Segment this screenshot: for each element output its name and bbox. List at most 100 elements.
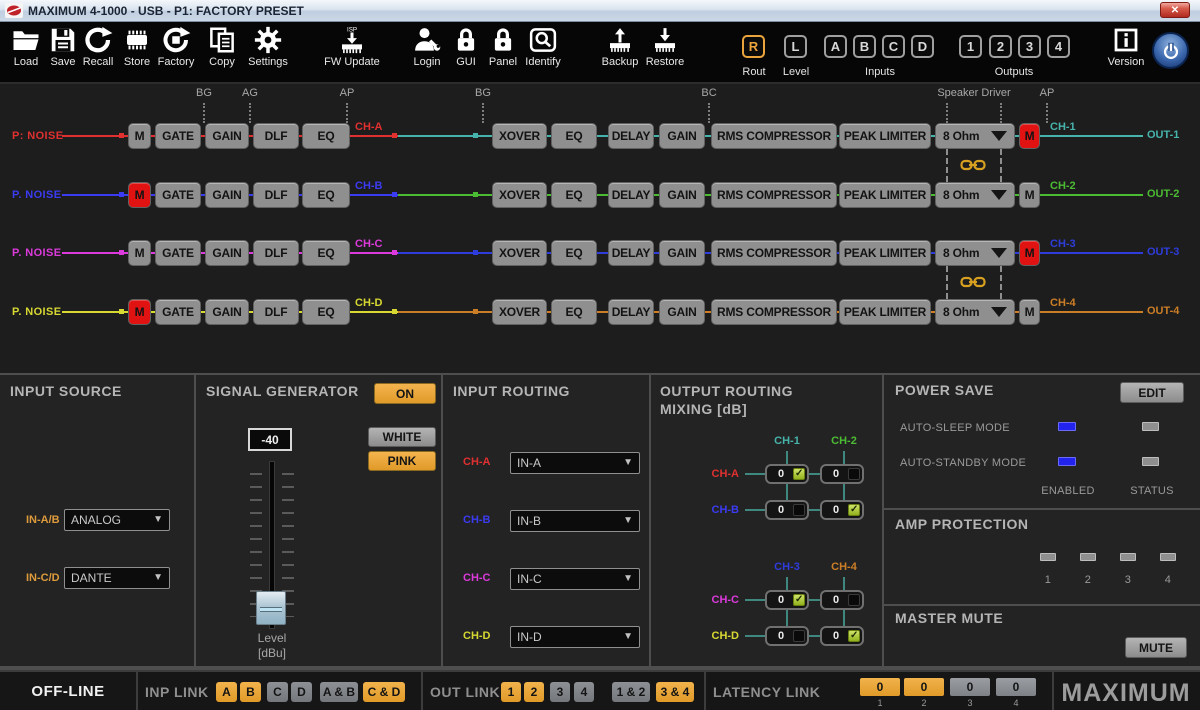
restore-button[interactable]: Restore	[639, 25, 691, 68]
input-b-button[interactable]: B	[853, 35, 876, 58]
mix-enable-checkbox[interactable]	[848, 630, 860, 642]
dlf-block[interactable]: DLF	[253, 240, 299, 266]
out-link-1[interactable]: 1	[501, 682, 521, 702]
xover-block[interactable]: XOVER	[492, 299, 547, 325]
xover-block[interactable]: XOVER	[492, 123, 547, 149]
mix-enable-checkbox[interactable]	[848, 504, 860, 516]
ch-a-input-dropdown[interactable]: IN-A▼	[510, 452, 640, 474]
input-mute-button[interactable]: M	[128, 299, 151, 325]
input-a-button[interactable]: A	[824, 35, 847, 58]
master-mute-button[interactable]: MUTE	[1125, 637, 1187, 658]
output-mute-button[interactable]: M	[1019, 123, 1040, 149]
level-slider-handle[interactable]	[256, 591, 286, 625]
input-c-button[interactable]: C	[882, 35, 905, 58]
mix-enable-checkbox[interactable]	[848, 594, 860, 606]
speaker-link-icon[interactable]	[960, 275, 986, 289]
input-mute-button[interactable]: M	[128, 123, 151, 149]
mix-cell-d3[interactable]: 0	[765, 626, 809, 646]
copy-button[interactable]: Copy	[196, 25, 248, 68]
delay-block[interactable]: DELAY	[608, 182, 654, 208]
dlf-block[interactable]: DLF	[253, 299, 299, 325]
inp-link-c[interactable]: C	[267, 682, 288, 702]
input-mute-button[interactable]: M	[128, 182, 151, 208]
delay-block[interactable]: DELAY	[608, 240, 654, 266]
factory-button[interactable]: Factory	[150, 25, 202, 68]
power-save-edit-button[interactable]: EDIT	[1120, 382, 1184, 403]
mix-enable-checkbox[interactable]	[793, 504, 805, 516]
speaker-link-icon[interactable]	[960, 158, 986, 172]
in-cd-source-dropdown[interactable]: DANTE▼	[64, 567, 170, 589]
pink-noise-button[interactable]: PINK	[368, 451, 436, 471]
gain-block[interactable]: GAIN	[205, 240, 249, 266]
gain-block[interactable]: GAIN	[205, 123, 249, 149]
eq-block[interactable]: EQ	[551, 182, 597, 208]
delay-block[interactable]: DELAY	[608, 123, 654, 149]
speaker-load-dropdown[interactable]: 8 Ohm	[935, 240, 1015, 266]
out-link-12[interactable]: 1 & 2	[612, 682, 650, 702]
gain-block[interactable]: GAIN	[205, 182, 249, 208]
speaker-load-dropdown[interactable]: 8 Ohm	[935, 123, 1015, 149]
gain-block[interactable]: GAIN	[205, 299, 249, 325]
mix-cell-a2[interactable]: 0	[820, 464, 864, 484]
eq-block[interactable]: EQ	[302, 299, 350, 325]
ch-c-input-dropdown[interactable]: IN-C▼	[510, 568, 640, 590]
output-mute-button[interactable]: M	[1019, 182, 1040, 208]
out-link-4[interactable]: 4	[574, 682, 594, 702]
inp-link-cd[interactable]: C & D	[363, 682, 405, 702]
mix-cell-a1[interactable]: 0	[765, 464, 809, 484]
latency-3[interactable]: 0	[950, 678, 990, 696]
peak-limiter-block[interactable]: PEAK LIMITER	[839, 182, 931, 208]
rms-compressor-block[interactable]: RMS COMPRESSOR	[711, 123, 837, 149]
peak-limiter-block[interactable]: PEAK LIMITER	[839, 123, 931, 149]
output-mute-button[interactable]: M	[1019, 299, 1040, 325]
latency-2[interactable]: 0	[904, 678, 944, 696]
settings-button[interactable]: Settings	[242, 25, 294, 68]
inp-link-a[interactable]: A	[216, 682, 237, 702]
eq-block[interactable]: EQ	[551, 123, 597, 149]
rms-compressor-block[interactable]: RMS COMPRESSOR	[711, 299, 837, 325]
mix-cell-c3[interactable]: 0	[765, 590, 809, 610]
xover-block[interactable]: XOVER	[492, 240, 547, 266]
inp-link-b[interactable]: B	[240, 682, 261, 702]
delay-block[interactable]: DELAY	[608, 299, 654, 325]
gate-block[interactable]: GATE	[155, 240, 201, 266]
gain-block[interactable]: GAIN	[659, 123, 705, 149]
dlf-block[interactable]: DLF	[253, 123, 299, 149]
version-button[interactable]: Version	[1100, 25, 1152, 68]
routing-view-button[interactable]: R	[742, 35, 765, 58]
mix-cell-b2[interactable]: 0	[820, 500, 864, 520]
output-1-button[interactable]: 1	[959, 35, 982, 58]
out-link-3[interactable]: 3	[550, 682, 570, 702]
dlf-block[interactable]: DLF	[253, 182, 299, 208]
out-link-2[interactable]: 2	[524, 682, 544, 702]
white-noise-button[interactable]: WHITE	[368, 427, 436, 447]
close-button[interactable]: ✕	[1160, 2, 1190, 18]
mix-enable-checkbox[interactable]	[793, 630, 805, 642]
out-link-34[interactable]: 3 & 4	[656, 682, 694, 702]
mix-enable-checkbox[interactable]	[793, 468, 805, 480]
input-mute-button[interactable]: M	[128, 240, 151, 266]
gain-block[interactable]: GAIN	[659, 182, 705, 208]
speaker-load-dropdown[interactable]: 8 Ohm	[935, 182, 1015, 208]
ch-b-input-dropdown[interactable]: IN-B▼	[510, 510, 640, 532]
eq-block[interactable]: EQ	[302, 182, 350, 208]
peak-limiter-block[interactable]: PEAK LIMITER	[839, 299, 931, 325]
xover-block[interactable]: XOVER	[492, 182, 547, 208]
gain-block[interactable]: GAIN	[659, 299, 705, 325]
speaker-load-dropdown[interactable]: 8 Ohm	[935, 299, 1015, 325]
inp-link-d[interactable]: D	[291, 682, 312, 702]
peak-limiter-block[interactable]: PEAK LIMITER	[839, 240, 931, 266]
mix-enable-checkbox[interactable]	[793, 594, 805, 606]
gate-block[interactable]: GATE	[155, 123, 201, 149]
inp-link-ab[interactable]: A & B	[320, 682, 358, 702]
gain-block[interactable]: GAIN	[659, 240, 705, 266]
mix-enable-checkbox[interactable]	[848, 468, 860, 480]
fw-update-button[interactable]: ISP FW Update	[317, 25, 387, 68]
identify-button[interactable]: Identify	[517, 25, 569, 68]
mix-cell-b1[interactable]: 0	[765, 500, 809, 520]
output-4-button[interactable]: 4	[1047, 35, 1070, 58]
latency-1[interactable]: 0	[860, 678, 900, 696]
eq-block[interactable]: EQ	[302, 240, 350, 266]
gate-block[interactable]: GATE	[155, 182, 201, 208]
gate-block[interactable]: GATE	[155, 299, 201, 325]
